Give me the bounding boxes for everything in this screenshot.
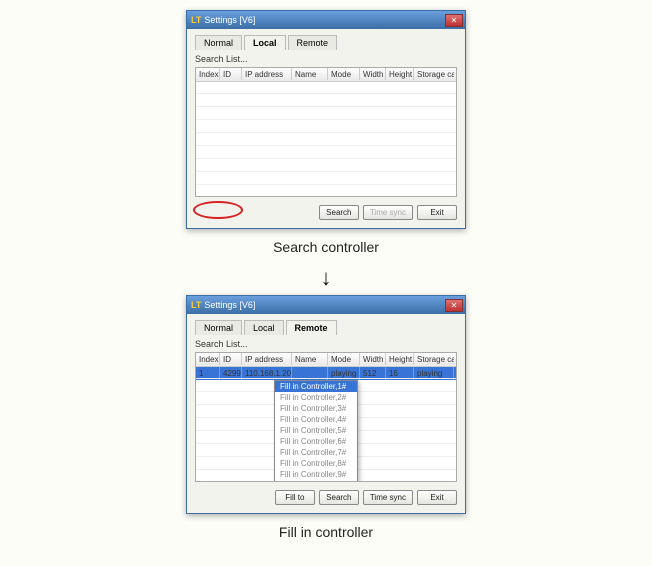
col-name[interactable]: Name bbox=[292, 68, 328, 81]
highlight-ellipse-icon bbox=[193, 201, 243, 219]
caption-search-controller: Search controller bbox=[273, 239, 379, 255]
time-sync-button[interactable]: Time sync bbox=[363, 490, 413, 505]
menu-item[interactable]: Fill in Controller,8# bbox=[275, 458, 357, 469]
col-storage[interactable]: Storage card bbox=[414, 353, 454, 366]
time-sync-button: Time sync bbox=[363, 205, 413, 220]
col-name[interactable]: Name bbox=[292, 353, 328, 366]
col-index[interactable]: Index bbox=[196, 353, 220, 366]
context-menu[interactable]: Fill in Controller,1# Fill in Controller… bbox=[274, 380, 358, 482]
close-icon[interactable]: ✕ bbox=[445, 14, 463, 27]
cell-index: 1 bbox=[196, 367, 220, 380]
titlebar: LT Settings [V6] ✕ bbox=[187, 296, 465, 314]
caption-fill-in-controller: Fill in controller bbox=[279, 524, 373, 540]
window-title: Settings [V6] bbox=[204, 300, 255, 310]
col-mode[interactable]: Mode bbox=[328, 353, 360, 366]
col-id[interactable]: ID bbox=[220, 68, 242, 81]
col-mode[interactable]: Mode bbox=[328, 68, 360, 81]
cell-name bbox=[292, 367, 328, 380]
search-listview[interactable]: Index ID IP address Name Mode Width Heig… bbox=[195, 352, 457, 482]
search-list-label: Search List... bbox=[195, 339, 457, 349]
app-icon: LT bbox=[191, 15, 201, 25]
tab-local[interactable]: Local bbox=[244, 35, 286, 50]
tabs: Normal Local Remote bbox=[195, 320, 457, 335]
menu-item[interactable]: Fill in Controller,4# bbox=[275, 414, 357, 425]
cell-width: 512 bbox=[360, 367, 386, 380]
app-icon: LT bbox=[191, 300, 201, 310]
down-arrow-icon: ↓ bbox=[321, 267, 332, 289]
listview-header: Index ID IP address Name Mode Width Heig… bbox=[196, 353, 456, 367]
listview-header: Index ID IP address Name Mode Width Heig… bbox=[196, 68, 456, 82]
search-list-label: Search List... bbox=[195, 54, 457, 64]
tab-normal[interactable]: Normal bbox=[195, 35, 242, 50]
search-listview[interactable]: Index ID IP address Name Mode Width Heig… bbox=[195, 67, 457, 197]
col-ip[interactable]: IP address bbox=[242, 68, 292, 81]
col-storage[interactable]: Storage card bbox=[414, 68, 454, 81]
menu-item[interactable]: Fill in Controller,6# bbox=[275, 436, 357, 447]
menu-item[interactable]: Fill in Controller,2# bbox=[275, 392, 357, 403]
menu-item[interactable]: Fill in Controller,10# bbox=[275, 480, 357, 482]
cell-id: 4299 bbox=[220, 367, 242, 380]
menu-item[interactable]: Fill in Controller,3# bbox=[275, 403, 357, 414]
table-row[interactable]: 1 4299 110.168.1.201 playing 512 16 play… bbox=[196, 367, 456, 380]
menu-item[interactable]: Fill in Controller,1# bbox=[275, 381, 357, 392]
col-index[interactable]: Index bbox=[196, 68, 220, 81]
window-title: Settings [V6] bbox=[204, 15, 255, 25]
menu-item[interactable]: Fill in Controller,7# bbox=[275, 447, 357, 458]
tab-remote[interactable]: Remote bbox=[286, 320, 337, 335]
col-height[interactable]: Height bbox=[386, 353, 414, 366]
titlebar: LT Settings [V6] ✕ bbox=[187, 11, 465, 29]
col-ip[interactable]: IP address bbox=[242, 353, 292, 366]
cell-storage: playing bbox=[414, 367, 454, 380]
col-width[interactable]: Width bbox=[360, 353, 386, 366]
button-row: Fill to Search Time sync Exit bbox=[195, 490, 457, 505]
tab-remote[interactable]: Remote bbox=[288, 35, 338, 50]
col-width[interactable]: Width bbox=[360, 68, 386, 81]
exit-button[interactable]: Exit bbox=[417, 205, 457, 220]
search-button[interactable]: Search bbox=[319, 490, 359, 505]
tab-local[interactable]: Local bbox=[244, 320, 284, 335]
cell-height: 16 bbox=[386, 367, 414, 380]
button-row: Search Time sync Exit bbox=[195, 205, 457, 220]
search-button[interactable]: Search bbox=[319, 205, 359, 220]
col-height[interactable]: Height bbox=[386, 68, 414, 81]
cell-mode: playing bbox=[328, 367, 360, 380]
tabs: Normal Local Remote bbox=[195, 35, 457, 50]
settings-window-2: LT Settings [V6] ✕ Normal Local Remote S… bbox=[186, 295, 466, 514]
exit-button[interactable]: Exit bbox=[417, 490, 457, 505]
cell-ip: 110.168.1.201 bbox=[242, 367, 292, 380]
settings-window-1: LT Settings [V6] ✕ Normal Local Remote S… bbox=[186, 10, 466, 229]
fill-to-button[interactable]: Fill to bbox=[275, 490, 315, 505]
tab-normal[interactable]: Normal bbox=[195, 320, 242, 335]
col-id[interactable]: ID bbox=[220, 353, 242, 366]
menu-item[interactable]: Fill in Controller,9# bbox=[275, 469, 357, 480]
close-icon[interactable]: ✕ bbox=[445, 299, 463, 312]
menu-item[interactable]: Fill in Controller,5# bbox=[275, 425, 357, 436]
